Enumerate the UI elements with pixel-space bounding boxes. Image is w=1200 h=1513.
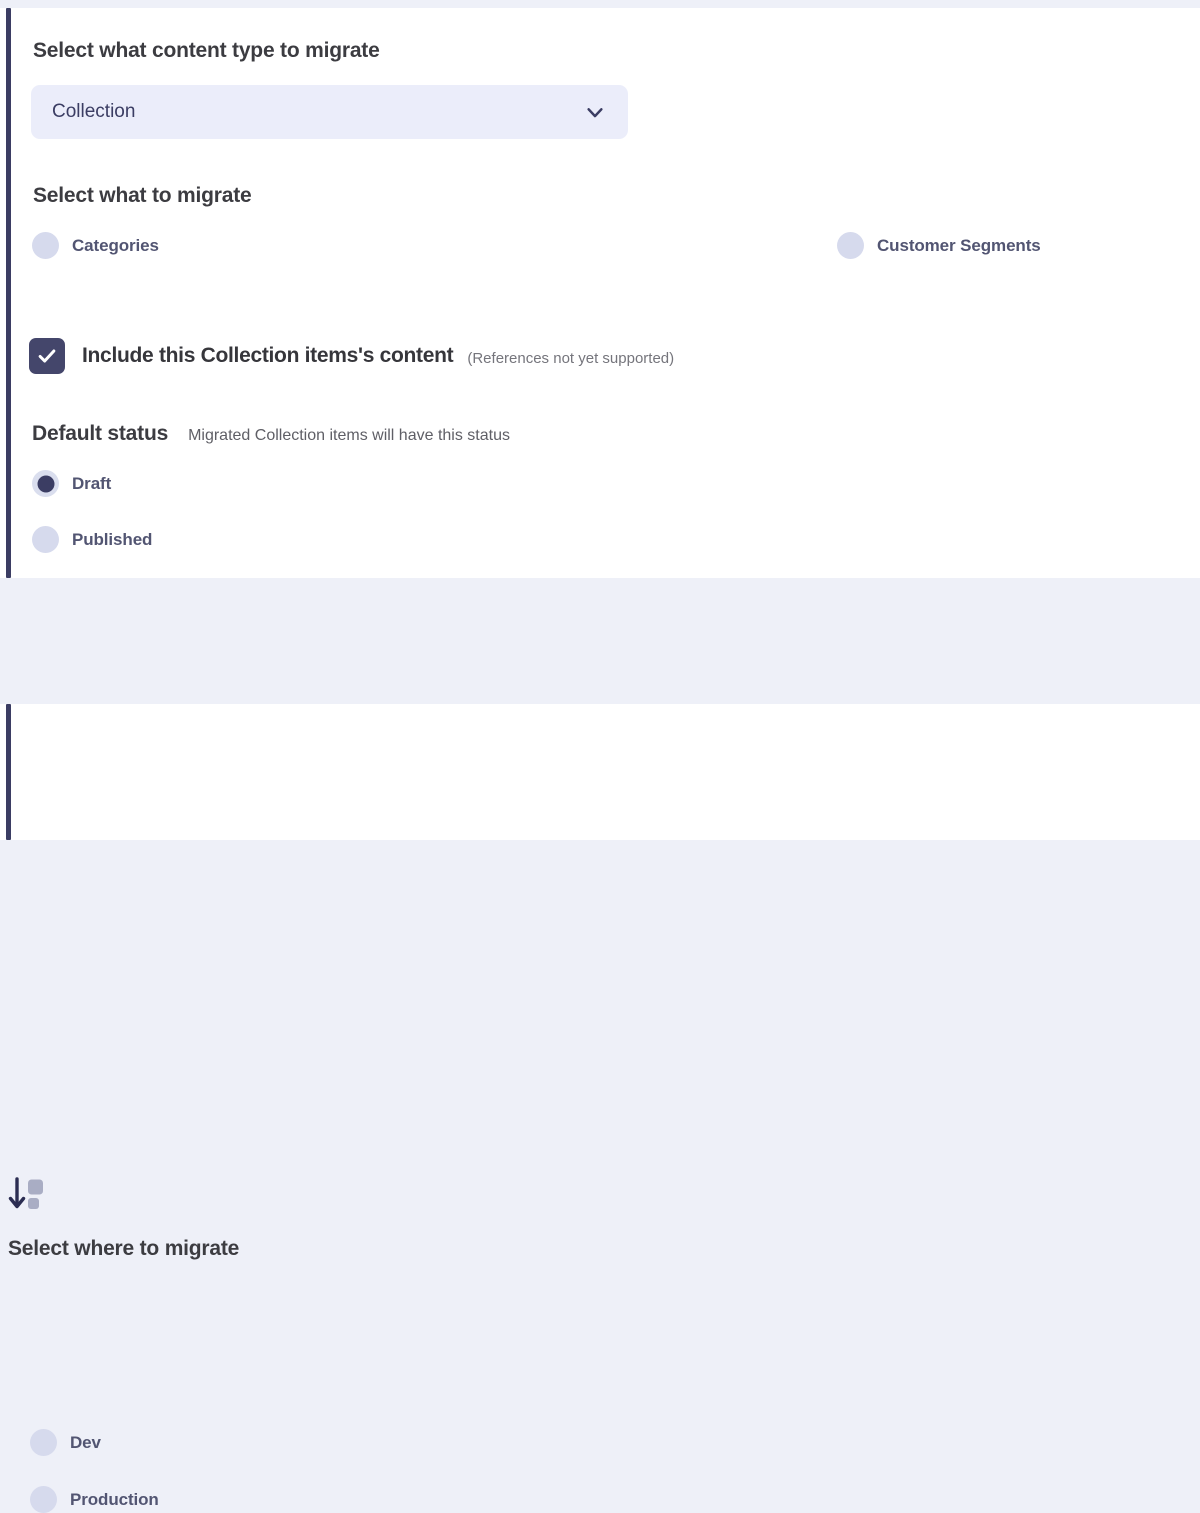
where-to-migrate-section-title: Select where to migrate <box>8 1237 239 1261</box>
source-migration-panel: Select what content type to migrate Coll… <box>0 8 1200 578</box>
radio-option-production[interactable]: Production <box>30 1486 159 1513</box>
checkbox-checked-icon <box>29 338 65 374</box>
migration-direction-band: Select where to migrate <box>0 578 1200 704</box>
radio-icon-production <box>30 1486 57 1513</box>
target-migration-panel: Dev Production <box>0 704 1200 840</box>
radio-label-categories: Categories <box>72 236 159 256</box>
default-status-title: Default status <box>32 422 168 446</box>
default-status-header: Default status Migrated Collection items… <box>32 422 510 446</box>
radio-option-customer-segments[interactable]: Customer Segments <box>837 232 1041 259</box>
include-content-note: (References not yet supported) <box>467 350 674 367</box>
radio-option-categories[interactable]: Categories <box>32 232 159 259</box>
radio-label-draft: Draft <box>72 474 111 494</box>
radio-icon-dev <box>30 1429 57 1456</box>
include-content-checkbox-row[interactable]: Include this Collection items's content … <box>29 338 674 374</box>
radio-label-dev: Dev <box>70 1433 101 1453</box>
radio-label-customer-segments: Customer Segments <box>877 236 1041 256</box>
default-status-hint: Migrated Collection items will have this… <box>188 427 510 445</box>
radio-option-published[interactable]: Published <box>32 526 152 553</box>
content-type-section-title: Select what content type to migrate <box>33 39 380 63</box>
radio-label-published: Published <box>72 530 152 550</box>
transfer-down-icon <box>6 1176 46 1214</box>
content-type-select[interactable]: Collection <box>31 85 628 139</box>
chevron-down-icon <box>584 101 606 123</box>
radio-icon-categories <box>32 232 59 259</box>
what-to-migrate-section-title: Select what to migrate <box>33 184 252 208</box>
radio-icon-published <box>32 526 59 553</box>
radio-option-draft[interactable]: Draft <box>32 470 111 497</box>
radio-icon-draft <box>32 470 59 497</box>
radio-icon-customer-segments <box>837 232 864 259</box>
radio-option-dev[interactable]: Dev <box>30 1429 101 1456</box>
content-type-select-value: Collection <box>52 101 135 123</box>
include-content-label: Include this Collection items's content <box>82 344 453 368</box>
radio-label-production: Production <box>70 1490 159 1510</box>
